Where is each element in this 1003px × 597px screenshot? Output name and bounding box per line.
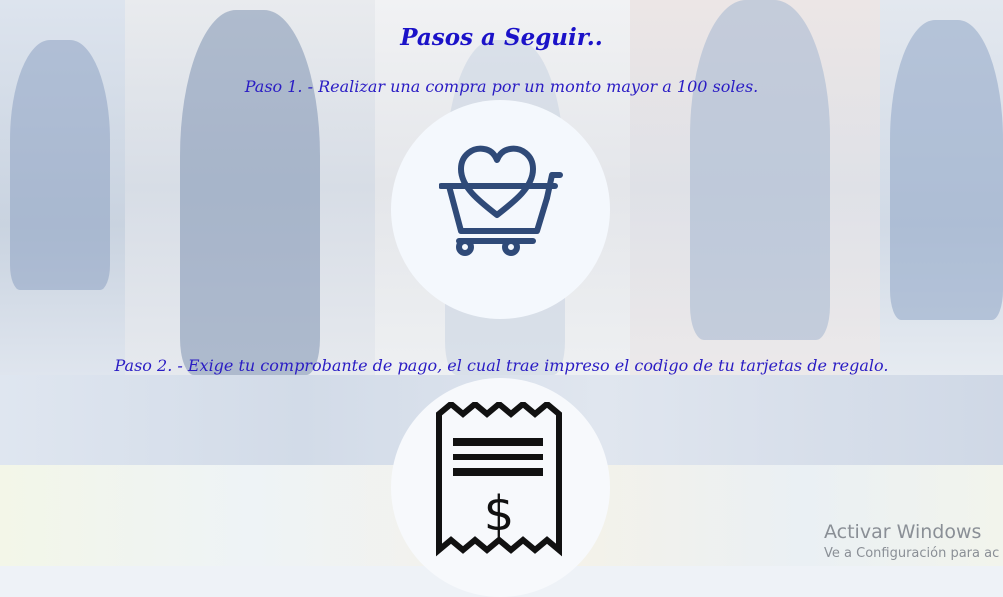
step-2-text: Paso 2. - Exige tu comprobante de pago, … <box>114 356 889 375</box>
windows-activation-hint: Ve a Configuración para ac <box>824 546 1000 561</box>
shopping-cart-heart-icon <box>439 145 563 256</box>
background-photo-panel <box>125 0 375 375</box>
step-1-text: Paso 1. - Realizar una compra por un mon… <box>244 77 759 96</box>
receipt-dollar-icon: $ <box>436 402 562 557</box>
background-photo-panel <box>0 0 125 375</box>
step-1-icon-circle <box>391 100 610 319</box>
background-photo-panel <box>880 0 1003 375</box>
page-title: Pasos a Seguir.. <box>400 24 603 51</box>
model-figure <box>180 10 320 375</box>
svg-text:$: $ <box>484 486 515 542</box>
background-photo-panel <box>630 0 880 375</box>
model-figure <box>690 0 830 340</box>
windows-activation-watermark: Activar Windows <box>824 521 982 543</box>
model-figure <box>890 20 1003 320</box>
step-2-icon-circle: $ <box>391 378 610 597</box>
